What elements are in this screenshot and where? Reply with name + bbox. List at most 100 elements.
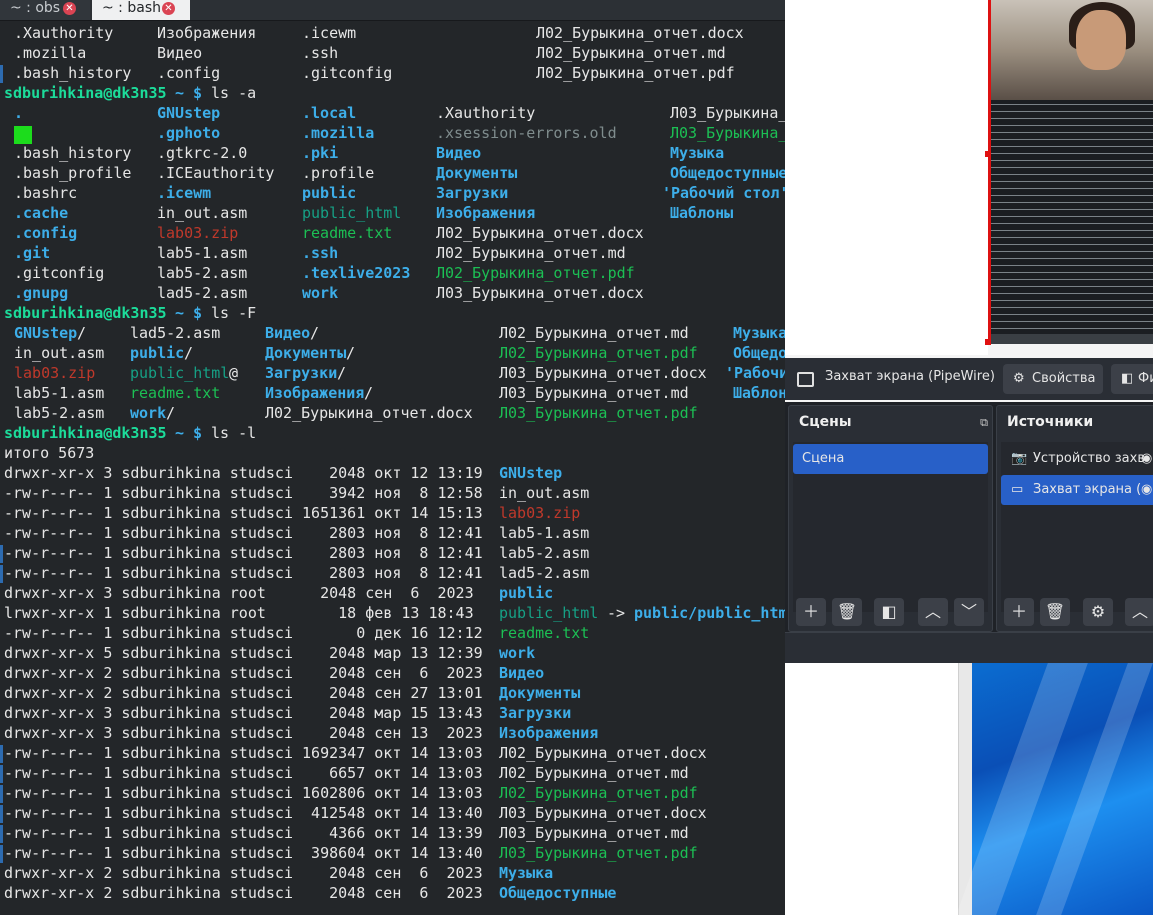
file-entry: -rw-r--r-- 1 sdburihkina studsci 2803 но… [4, 544, 483, 562]
scene-item[interactable]: Сцена [793, 444, 988, 474]
file-entry: lad5-2.asm [130, 324, 221, 342]
close-icon[interactable]: ✕ [162, 2, 175, 15]
output-line: .mozilla Видео .ssh Л02_Бурыкина_отчет.md [0, 43, 785, 63]
file-entry: readme.txt [499, 624, 590, 642]
output-line: .bash_history .config .gitconfig Л02_Бурыки… [0, 63, 785, 83]
prompt-symbol: $ [193, 424, 203, 442]
file-entry: Л02_Бурыкина_отчет.md [436, 244, 626, 262]
terminal-output[interactable]: .Xauthority Изображения .icewm Л02_Бурыкина… [0, 23, 785, 903]
file-entry: .config [14, 224, 78, 242]
remove-source-button[interactable]: 🗑 [1040, 598, 1070, 626]
file-entry: .ICEauthority [157, 164, 275, 182]
file-entry: -rw-r--r-- 1 sdburihkina studsci 0 дек 1… [4, 624, 483, 642]
source-properties-button[interactable]: ⚙ [1083, 598, 1113, 626]
file-entry: .gtkrc-2.0 [157, 144, 248, 162]
file-entry: Л03_Бурыкина_отчет.pdf [499, 404, 698, 422]
output-line: lrwxr-xr-x 1 sdburihkina root 18 фев 13 … [0, 603, 785, 623]
terminal-window[interactable]: ~ : obs ✕ ~ : bash ✕ .Xauthority Изображе… [0, 0, 785, 915]
file-entry: .Xauthority [14, 24, 114, 42]
filters-button[interactable]: ◧ Фи [1111, 364, 1153, 394]
output-line: .bashrc .icewm public Загрузки 'Рабочий стол… [0, 183, 785, 203]
file-entry: lad5-2.asm [157, 284, 248, 302]
close-icon[interactable]: ✕ [63, 2, 76, 15]
add-scene-button[interactable]: ＋ [796, 598, 826, 626]
output-line: -rw-r--r-- 1 sdburihkina studsci 2803 но… [0, 523, 785, 543]
prompt-line: sdburihkina@dk3n35 ~ $ ls -l [0, 423, 785, 443]
file-entry: Видео [157, 44, 203, 62]
scene-filters-button[interactable]: ◧ [874, 598, 904, 626]
prompt-user-host: sdburihkina@dk3n35 [4, 424, 167, 442]
file-entry: drwxr-xr-x 3 sdburihkina studsci 2048 ма… [4, 704, 483, 722]
file-entry: Л03_Бурыкина_отчет.docx [436, 284, 644, 302]
file-entry: .bashrc [14, 184, 78, 202]
resize-handle[interactable] [985, 339, 991, 345]
file-entry: drwxr-xr-x 2 sdburihkina studsci 2048 се… [4, 664, 483, 682]
output-line: -rw-r--r-- 1 sdburihkina studsci 1651361… [0, 503, 785, 523]
file-entry: drwxr-xr-x 3 sdburihkina studsci 2048 се… [4, 724, 483, 742]
file-entry: Л03_Бурыкина_отчет.md [499, 384, 689, 402]
file-entry: Музыка [499, 864, 554, 882]
line-marker [0, 565, 3, 583]
obs-preview[interactable] [988, 0, 1153, 344]
move-up-button[interactable]: ︿ [918, 598, 948, 626]
file-entry: Л02_Бурыкина_отчет.md [499, 764, 689, 782]
output-line: .gphoto .mozilla .xsession-errors.old Л03_Б… [0, 123, 785, 144]
move-down-button[interactable]: ﹀ [954, 598, 984, 626]
file-entry: .texlive2023 [302, 264, 411, 282]
add-source-button[interactable]: ＋ [1004, 598, 1034, 626]
prompt-dir: ~ [175, 424, 185, 442]
file-entry: итого 5673 [4, 444, 95, 462]
output-line: drwxr-xr-x 3 sdburihkina root 2048 сен 6… [0, 583, 785, 603]
source-item[interactable]: ▭ Захват экрана ( ◉ [1001, 475, 1153, 505]
resize-handle[interactable] [985, 151, 991, 157]
file-entry: .gphoto [157, 124, 221, 142]
file-entry: / [77, 324, 87, 342]
source-item[interactable]: 📷 Устройство захв ◉ [1001, 444, 1153, 474]
prompt-dir: ~ [175, 84, 185, 102]
file-entry: Изображения [157, 24, 257, 42]
output-line: drwxr-xr-x 3 sdburihkina studsci 2048 ок… [0, 463, 785, 483]
eye-icon[interactable]: ◉ [1141, 475, 1152, 505]
file-entry: lad5-2.asm [499, 564, 590, 582]
file-entry: in_out.asm [499, 484, 590, 502]
output-line: -rw-r--r-- 1 sdburihkina studsci 2803 но… [0, 563, 785, 583]
output-line: -rw-r--r-- 1 sdburihkina studsci 1692347… [0, 743, 785, 763]
file-entry: -rw-r--r-- 1 sdburihkina studsci 6657 ок… [4, 764, 483, 782]
file-entry: .bash_profile [14, 164, 132, 182]
webcam-face [1076, 10, 1126, 70]
file-entry: public [302, 184, 357, 202]
file-entry: -rw-r--r-- 1 sdburihkina studsci 2803 но… [4, 564, 483, 582]
tab-obs[interactable]: ~ : obs ✕ [0, 0, 90, 20]
file-entry: .gitconfig [302, 64, 393, 82]
file-entry: -> [607, 604, 626, 622]
preview-taskbar [991, 334, 1153, 344]
output-line: .bash_profile .ICEauthority .profile Докуме… [0, 163, 785, 183]
line-marker [0, 845, 3, 863]
move-up-button[interactable]: ︿ [1125, 598, 1153, 626]
line-marker [0, 785, 3, 803]
eye-icon[interactable]: ◉ [1141, 444, 1152, 474]
prompt-symbol: $ [193, 304, 203, 322]
file-entry: .config [157, 64, 221, 82]
tab-bash[interactable]: ~ : bash ✕ [92, 0, 190, 20]
file-entry: Л02_Бурыкина_отчет.md [536, 44, 726, 62]
prompt-dir: ~ [175, 304, 185, 322]
undock-icon[interactable]: ⧉ [980, 416, 988, 430]
file-entry: drwxr-xr-x 2 sdburihkina studsci 2048 се… [4, 884, 483, 902]
file-entry: / [364, 384, 374, 402]
file-entry: lab5-1.asm [157, 244, 248, 262]
file-entry: Л03_Бурыкина_ [670, 104, 785, 122]
file-entry: .ssh [302, 244, 339, 262]
file-entry: Л03_Бурыкина_отчет.pdf [499, 844, 698, 862]
scenes-list: Сцена [793, 442, 988, 612]
remove-scene-button[interactable]: 🗑 [832, 598, 862, 626]
file-entry: lab5-1.asm [14, 384, 105, 402]
properties-button[interactable]: ⚙ Свойства [1003, 364, 1103, 394]
current-source-label: Захват экрана (PipeWire) [825, 369, 995, 384]
file-entry: work [302, 284, 339, 302]
output-line: in_out.asm public / Документы / Л02_Бурыкина_… [0, 343, 785, 363]
file-entry: Общедо [733, 344, 785, 362]
gear-icon: ⚙ [1013, 371, 1025, 386]
output-line: .config lab03.zip readme.txt Л02_Бурыкина_о… [0, 223, 785, 243]
file-entry: Л03_Бурыкина_отчет.md [499, 824, 689, 842]
